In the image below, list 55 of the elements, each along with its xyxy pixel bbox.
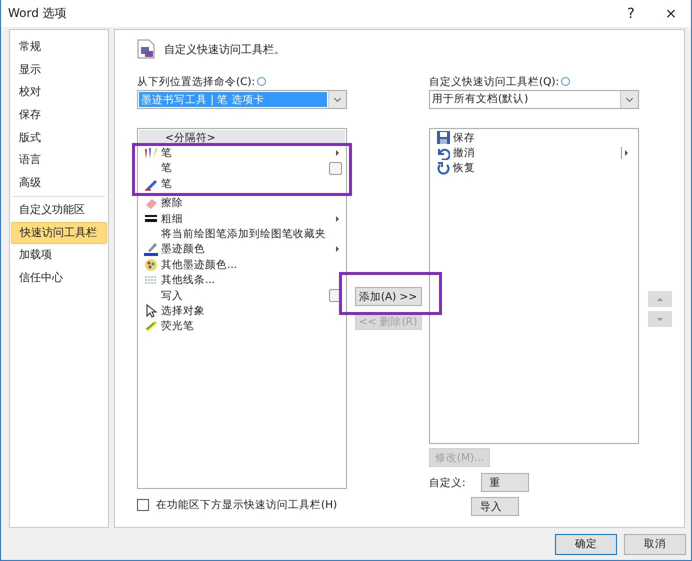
ink-pen-icon bbox=[144, 242, 158, 256]
info-icon bbox=[561, 77, 570, 86]
highlighter-icon bbox=[144, 319, 158, 334]
command-item[interactable]: 写入 bbox=[139, 288, 345, 304]
section-heading: 自定义快速访问工具栏。 bbox=[164, 42, 285, 56]
cursor-icon bbox=[144, 304, 158, 318]
sidebar-item[interactable]: 自定义功能区 bbox=[11, 198, 107, 222]
save-icon bbox=[436, 131, 450, 144]
command-item[interactable]: 荧光笔 bbox=[139, 318, 345, 334]
window-title: Word 选项 bbox=[8, 5, 68, 22]
target-dropdown[interactable]: 用于所有文档(默认) bbox=[429, 90, 639, 109]
command-item[interactable]: 选择对象 bbox=[139, 303, 345, 319]
sidebar-item[interactable]: 语言 bbox=[11, 149, 107, 172]
sidebar-item[interactable]: 快速访问工具栏 bbox=[11, 222, 107, 244]
sidebar-item[interactable]: 高级 bbox=[11, 172, 107, 195]
customize-label: 自定义: bbox=[429, 476, 466, 490]
command-item[interactable]: 墨迹颜色 bbox=[139, 242, 345, 258]
palette-icon bbox=[144, 258, 158, 272]
pens-icon bbox=[144, 146, 158, 160]
toolbar-item[interactable]: 撤消 bbox=[431, 145, 637, 161]
ok-button[interactable]: 确定 bbox=[555, 534, 617, 554]
command-item[interactable]: 将当前绘图笔添加到绘图笔收藏夹 bbox=[139, 226, 345, 242]
eraser-icon bbox=[144, 196, 158, 210]
sidebar-item[interactable]: 版式 bbox=[11, 126, 107, 150]
command-item[interactable]: 笔 bbox=[139, 176, 345, 192]
cancel-button[interactable]: 取消 bbox=[624, 534, 686, 554]
import-export-button[interactable]: 导入 bbox=[471, 497, 519, 516]
command-item[interactable]: 粗细 bbox=[139, 210, 345, 226]
chevron-down-icon[interactable] bbox=[328, 91, 346, 108]
checkbox[interactable] bbox=[137, 499, 149, 511]
chevron-down-icon[interactable] bbox=[620, 91, 638, 108]
toolbar-document-icon bbox=[137, 39, 155, 59]
command-item[interactable]: 擦除 bbox=[139, 196, 345, 211]
checkbox-label: 在功能区下方显示快速访问工具栏(H) bbox=[156, 498, 338, 512]
command-item[interactable]: 笔 bbox=[139, 145, 345, 161]
info-icon bbox=[257, 77, 266, 86]
sidebar-item[interactable]: 保存 bbox=[11, 104, 107, 127]
sidebar-item[interactable]: 常规 bbox=[11, 36, 107, 59]
sidebar-item[interactable]: 信任中心 bbox=[11, 266, 107, 290]
undo-icon bbox=[436, 146, 450, 160]
sidebar-item[interactable]: 显示 bbox=[11, 58, 107, 82]
command-item[interactable]: 其他墨迹颜色... bbox=[139, 257, 345, 273]
reset-button[interactable]: 重 bbox=[480, 473, 529, 492]
sidebar-item[interactable]: 校对 bbox=[11, 81, 107, 104]
toolbar-label: 自定义快速访问工具栏(Q): bbox=[429, 74, 559, 88]
redo-icon bbox=[436, 162, 450, 175]
help-button[interactable]: ? bbox=[611, 6, 651, 22]
command-item[interactable]: 其他线条... bbox=[139, 272, 345, 288]
close-button[interactable]: × bbox=[651, 6, 691, 22]
source-label: 从下列位置选择命令(C): bbox=[137, 74, 256, 88]
add-button[interactable]: 添加(A) >> bbox=[354, 287, 422, 306]
toolbar-item[interactable]: 保存 bbox=[431, 130, 637, 146]
command-item[interactable]: 笔 bbox=[139, 160, 345, 176]
toolbar-item[interactable]: 恢复 bbox=[431, 160, 637, 176]
sidebar-item[interactable]: 加载项 bbox=[11, 244, 107, 267]
